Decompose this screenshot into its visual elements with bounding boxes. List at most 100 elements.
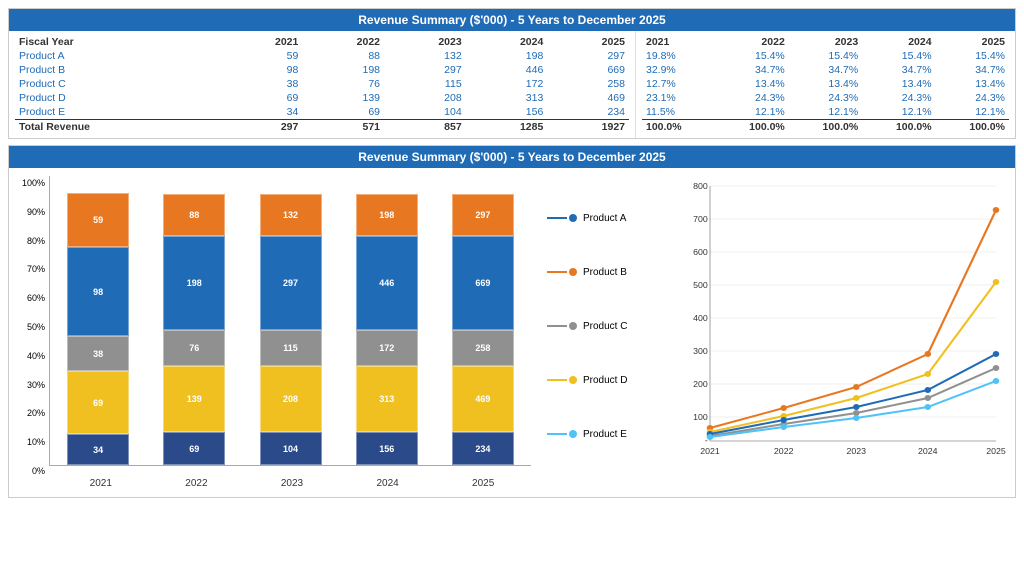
bar-stack: 691397619888 [163,194,225,465]
revenue-value: 297 [547,49,629,63]
svg-text:800: 800 [693,181,708,191]
table-row: Product A5988132198297 [15,49,629,63]
revenue-value: 132 [384,49,466,63]
revenue-value: 258 [547,77,629,91]
y-label-80: 80% [27,236,45,246]
bar-segment: 198 [163,236,225,330]
y-label-100: 100% [22,178,45,188]
line-legend: Product A Product B Product C Product D … [547,176,677,476]
bar-segment: 115 [260,330,322,366]
bar-stack: 156313172446198 [356,194,418,465]
bar-segment: 198 [356,194,418,236]
line-chart-inner: Product A Product B Product C Product D … [547,176,1007,476]
legend-line-marker [547,322,577,330]
revenue-value: 76 [302,77,384,91]
revenue-value: 234 [547,105,629,120]
x-axis-labels: 20212022202320242025 [17,478,531,489]
y-label-50: 50% [27,322,45,332]
bar-group: 234469258669297 [435,176,531,465]
bar-segment: 139 [163,366,225,432]
bar-group: 104208115297132 [242,176,338,465]
table-content: Fiscal Year 2021 2022 2023 2024 2025 Pro… [9,31,1015,138]
bar-group: 3469389859 [50,176,146,465]
bar-segment: 469 [452,366,514,432]
bar-chart-container: 100% 90% 80% 70% 60% 50% 40% 30% 20% 10%… [9,172,539,493]
pct-year-2025-header: 2025 [936,35,1009,49]
bar-segment: 76 [163,330,225,366]
legend-label: Product C [583,321,627,332]
legend-item: Product C [547,321,677,332]
legend-line-marker [547,430,577,438]
bar-stack: 3469389859 [67,193,129,465]
revenue-value: 446 [466,63,548,77]
bar-segment: 446 [356,236,418,330]
pct-year-2021-header: 2021 [642,35,715,49]
revenue-value: 198 [302,63,384,77]
bar-segment: 258 [452,330,514,366]
product-name: Product D [15,91,221,105]
svg-text:2021: 2021 [700,446,720,456]
revenue-value: 313 [466,91,548,105]
bar-segment: 34 [67,434,129,465]
bar-segment: 313 [356,366,418,432]
pct-table-row: 23.1%24.3%24.3%24.3%24.3% [642,91,1009,105]
bar-segment: 669 [452,236,514,330]
table-left: Fiscal Year 2021 2022 2023 2024 2025 Pro… [9,31,635,138]
revenue-value: 98 [221,63,303,77]
y-label-20: 20% [27,408,45,418]
x-axis-label: 2021 [53,478,149,489]
bar-segment: 297 [260,236,322,330]
y-label-0: 0% [32,466,45,476]
revenue-value: 69 [221,91,303,105]
table-right: 2021 2022 2023 2024 2025 19.8%15.4%15.4%… [635,31,1015,138]
product-name: Product C [15,77,221,91]
table-row: Product C3876115172258 [15,77,629,91]
line-product-d [710,282,996,432]
legend-label: Product B [583,267,627,278]
year-2024-header: 2024 [466,35,548,49]
revenue-value: 297 [384,63,466,77]
main-container: Revenue Summary ($'000) - 5 Years to Dec… [0,0,1024,506]
y-label-10: 10% [27,437,45,447]
revenue-value: 669 [547,63,629,77]
y-label-60: 60% [27,293,45,303]
year-2022-header: 2022 [302,35,384,49]
revenue-value: 172 [466,77,548,91]
bar-segment: 98 [67,247,129,336]
y-label-40: 40% [27,351,45,361]
legend-line-marker [547,376,577,384]
total-row: Total Revenue29757185712851927 [15,120,629,135]
legend-item: Product B [547,267,677,278]
legend-label: Product E [583,429,627,440]
pct-year-2023-header: 2023 [789,35,862,49]
x-axis-label: 2023 [244,478,340,489]
legend-item: Product D [547,375,677,386]
bar-stack: 234469258669297 [452,194,514,465]
revenue-value: 469 [547,91,629,105]
svg-text:600: 600 [693,247,708,257]
legend-line-marker [547,268,577,276]
revenue-value: 34 [221,105,303,120]
bar-segment: 59 [67,193,129,247]
revenue-value: 104 [384,105,466,120]
legend-label: Product D [583,375,627,386]
chart-content: 100% 90% 80% 70% 60% 50% 40% 30% 20% 10%… [9,168,1015,497]
product-name: Product B [15,63,221,77]
revenue-value: 59 [221,49,303,63]
x-axis-label: 2024 [340,478,436,489]
revenue-value: 38 [221,77,303,91]
y-label-90: 90% [27,207,45,217]
svg-text:2023: 2023 [847,446,867,456]
bars-area: 3469389859 691397619888 104208115297132 156… [49,176,531,466]
pct-year-2022-header: 2022 [715,35,788,49]
bar-segment: 208 [260,366,322,432]
svg-text:300: 300 [693,346,708,356]
x-axis-label: 2025 [435,478,531,489]
x-axis-label: 2022 [149,478,245,489]
revenue-table-section: Revenue Summary ($'000) - 5 Years to Dec… [8,8,1016,139]
revenue-table: Fiscal Year 2021 2022 2023 2024 2025 Pro… [15,35,629,134]
svg-text:500: 500 [693,280,708,290]
legend-label: Product A [583,213,626,224]
y-label-30: 30% [27,380,45,390]
product-name: Product A [15,49,221,63]
